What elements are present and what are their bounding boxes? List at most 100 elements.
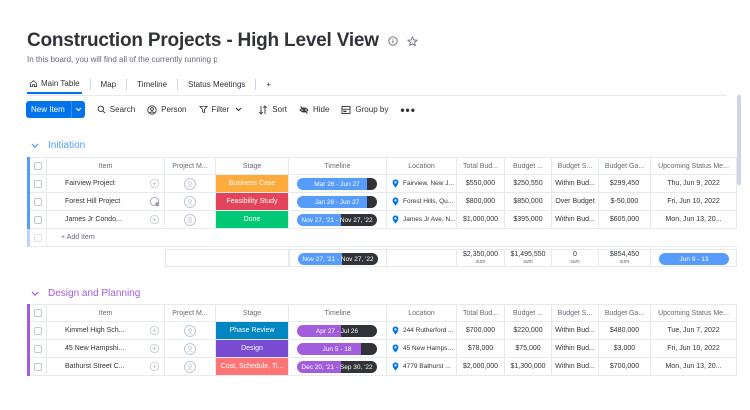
avatar-placeholder-icon[interactable] (184, 360, 196, 373)
budget-cell[interactable]: $250,550 (505, 175, 552, 193)
timeline-cell[interactable]: Jun 5 - 18 (289, 340, 387, 358)
stage-cell[interactable]: Phase Review (216, 322, 289, 340)
project-manager-cell[interactable] (165, 358, 216, 376)
total-budget-cell[interactable]: $1,000,000 (457, 211, 505, 229)
person-filter-button[interactable]: Person (147, 104, 187, 115)
column-header-upcoming-status-meeting[interactable]: Upcoming Status Me... (651, 304, 737, 322)
checkbox[interactable] (34, 362, 42, 371)
budget-cell[interactable]: $1,300,000 (505, 358, 552, 376)
column-header-budget[interactable]: Budget ... (505, 304, 552, 322)
table-row[interactable]: Fairview Project Business Case Mar 26 - … (27, 175, 737, 193)
column-header-project-manager[interactable]: Project M... (165, 304, 216, 322)
select-all-cell[interactable] (30, 304, 47, 322)
updates-cell[interactable] (145, 211, 165, 229)
avatar-placeholder-icon[interactable] (184, 324, 196, 337)
table-row[interactable]: Bathurst Street C... Cost, Schedule, Ti.… (27, 358, 737, 376)
budget-cell[interactable]: $395,000 (505, 211, 552, 229)
project-manager-cell[interactable] (165, 322, 216, 340)
more-options-button[interactable]: ••• (400, 103, 416, 117)
timeline-pill[interactable]: Jun 5 - 18 (297, 343, 377, 355)
column-header-budget-status[interactable]: Budget S... (552, 157, 599, 175)
chevron-down-icon[interactable] (235, 107, 242, 112)
row-select-cell[interactable] (30, 358, 47, 376)
timeline-cell[interactable]: Mar 26 - Jun 27 (289, 175, 387, 193)
project-manager-cell[interactable] (165, 193, 216, 211)
chat-plus-icon[interactable] (149, 178, 160, 189)
total-budget-cell[interactable]: $78,000 (457, 340, 505, 358)
item-name[interactable]: James Jr Condo... (47, 211, 145, 229)
checkbox[interactable] (34, 344, 42, 353)
budget-status-cell[interactable]: Within Bud... (552, 340, 599, 358)
add-item-row[interactable]: + Add Item (27, 229, 737, 247)
status-meeting-cell[interactable]: Mon, Jun 13, 20... (651, 211, 737, 229)
chat-icon[interactable] (149, 196, 160, 207)
project-manager-cell[interactable] (165, 340, 216, 358)
timeline-pill[interactable]: Mar 26 - Jun 27 (297, 178, 377, 190)
location-cell[interactable]: 244 Rutherford ... (387, 322, 457, 340)
row-select-cell[interactable] (30, 322, 47, 340)
updates-cell[interactable] (145, 322, 165, 340)
budget-status-cell[interactable]: Within Bud... (552, 358, 599, 376)
item-name[interactable]: 45 New Hampshi... (47, 340, 145, 358)
avatar-placeholder-icon[interactable] (184, 195, 196, 208)
status-meeting-cell[interactable]: Thu, Jun 9, 2022 (651, 175, 737, 193)
table-row[interactable]: 45 New Hampshi... Design Jun 5 - 18 45 N… (27, 340, 737, 358)
budget-gap-cell[interactable]: $3,000 (599, 340, 651, 358)
checkbox[interactable] (34, 179, 42, 188)
info-icon[interactable] (387, 35, 399, 47)
avatar-placeholder-icon[interactable] (184, 177, 196, 190)
item-name[interactable]: Kimmel High Sch... (47, 322, 145, 340)
chevron-down-icon[interactable] (31, 291, 39, 297)
project-manager-cell[interactable] (165, 211, 216, 229)
chat-plus-icon[interactable] (149, 214, 160, 225)
tab-status-meetings[interactable]: Status Meetings (186, 74, 247, 94)
budget-status-cell[interactable]: Within Bud... (552, 211, 599, 229)
column-header-project-manager[interactable]: Project M... (165, 157, 216, 175)
column-header-budget[interactable]: Budget ... (505, 157, 552, 175)
column-header-budget-status[interactable]: Budget S... (552, 304, 599, 322)
table-row[interactable]: James Jr Condo... Done Nov 27, '21 - Nov… (27, 211, 737, 229)
column-header-total-budget[interactable]: Total Bud... (457, 304, 505, 322)
row-select-cell[interactable] (30, 211, 47, 229)
budget-gap-cell[interactable]: $700,000 (599, 358, 651, 376)
column-header-timeline[interactable]: Timeline (289, 157, 387, 175)
timeline-pill[interactable]: Apr 27 - Jul 26 (297, 325, 377, 337)
total-budget-cell[interactable]: $800,000 (457, 193, 505, 211)
tab-main-table[interactable]: Main Table (27, 74, 82, 94)
total-budget-cell[interactable]: $550,000 (457, 175, 505, 193)
column-header-timeline[interactable]: Timeline (289, 304, 387, 322)
column-header-budget-gap[interactable]: Budget Ga... (599, 304, 651, 322)
item-name[interactable]: Forest Hill Project (47, 193, 145, 211)
budget-cell[interactable]: $220,000 (505, 322, 552, 340)
column-header-upcoming-status-meeting[interactable]: Upcoming Status Me... (651, 157, 737, 175)
hide-button[interactable]: Hide (299, 105, 329, 115)
tab-map[interactable]: Map (99, 74, 119, 94)
group-title[interactable]: Design and Planning (48, 288, 140, 299)
location-cell[interactable]: Fairview, New J... (387, 175, 457, 193)
budget-gap-cell[interactable]: $-50,000 (599, 193, 651, 211)
row-select-cell[interactable] (30, 340, 47, 358)
budget-status-cell[interactable]: Over Budget (552, 193, 599, 211)
column-header-item[interactable]: Item (47, 304, 165, 322)
checkbox[interactable] (34, 162, 42, 170)
select-all-cell[interactable] (30, 157, 47, 175)
chat-plus-icon[interactable] (149, 361, 160, 372)
vertical-scrollbar[interactable] (737, 95, 741, 185)
chat-plus-icon[interactable] (149, 325, 160, 336)
budget-gap-cell[interactable]: $299,450 (599, 175, 651, 193)
stage-cell[interactable]: Feasibility Study (216, 193, 289, 211)
chevron-down-icon[interactable] (31, 143, 39, 149)
project-manager-cell[interactable] (165, 175, 216, 193)
updates-cell[interactable] (145, 340, 165, 358)
budget-cell[interactable]: $850,000 (505, 193, 552, 211)
sort-button[interactable]: Sort (258, 104, 287, 115)
tab-timeline[interactable]: Timeline (135, 74, 169, 94)
table-row[interactable]: Kimmel High Sch... Phase Review Apr 27 -… (27, 322, 737, 340)
budget-gap-cell[interactable]: $605,000 (599, 211, 651, 229)
column-header-location[interactable]: Location (387, 304, 457, 322)
group-title[interactable]: Initiation (48, 140, 85, 151)
updates-cell[interactable] (145, 175, 165, 193)
budget-status-cell[interactable]: Within Bud... (552, 322, 599, 340)
stage-cell[interactable]: Done (216, 211, 289, 229)
column-header-stage[interactable]: Stage (216, 157, 289, 175)
